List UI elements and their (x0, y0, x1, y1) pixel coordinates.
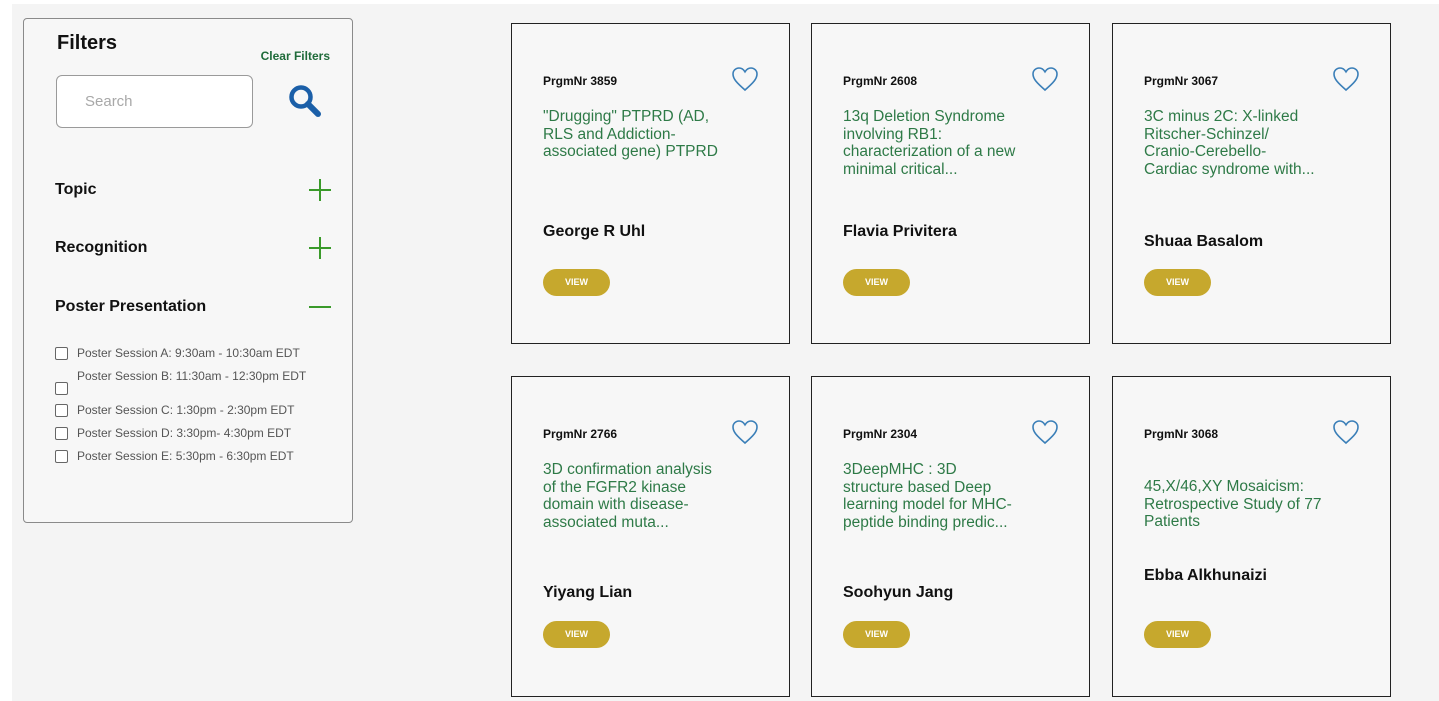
checkbox[interactable] (55, 427, 68, 440)
program-number: PrgmNr 3068 (1144, 427, 1219, 441)
view-button[interactable]: VIEW (543, 621, 610, 648)
poster-title-link[interactable]: "Drugging" PTPRD (AD, RLS and Addiction-… (543, 108, 733, 161)
program-number: PrgmNr 3067 (1144, 74, 1219, 88)
poster-session-label: Poster Session B: 11:30am - 12:30pm EDT (77, 369, 307, 383)
checkbox[interactable] (55, 382, 68, 395)
poster-author: Ebba Alkhunaizi (1144, 567, 1267, 584)
filters-panel: Filters Clear Filters Topic Recognition … (23, 18, 353, 523)
program-number: PrgmNr 3859 (543, 74, 618, 88)
poster-author: Shuaa Basalom (1144, 233, 1264, 250)
search-button[interactable] (287, 83, 323, 119)
heart-icon[interactable] (1332, 66, 1360, 92)
heart-icon[interactable] (1031, 419, 1059, 445)
poster-session-label: Poster Session C: 1:30pm - 2:30pm EDT (77, 403, 295, 417)
checkbox[interactable] (55, 404, 68, 417)
poster-title-link[interactable]: 3C minus 2C: X-linked Ritscher-Schinzel/… (1144, 108, 1319, 178)
poster-author: Flavia Privitera (843, 223, 957, 240)
heart-icon[interactable] (1332, 419, 1360, 445)
poster-card: PrgmNr 3859 "Drugging" PTPRD (AD, RLS an… (511, 23, 790, 344)
program-number: PrgmNr 2304 (843, 427, 918, 441)
poster-session-label: Poster Session A: 9:30am - 10:30am EDT (77, 346, 300, 360)
poster-session-option[interactable]: Poster Session D: 3:30pm- 4:30pm EDT (55, 425, 345, 441)
view-button[interactable]: VIEW (1144, 269, 1211, 296)
poster-title-link[interactable]: 3DeepMHC : 3D structure based Deep learn… (843, 461, 1018, 531)
view-button[interactable]: VIEW (843, 269, 910, 296)
checkbox[interactable] (55, 347, 68, 360)
heart-icon[interactable] (731, 66, 759, 92)
poster-author: Soohyun Jang (843, 584, 954, 601)
heart-icon[interactable] (731, 419, 759, 445)
search-input[interactable] (56, 75, 253, 128)
poster-title-link[interactable]: 3D confirmation analysis of the FGFR2 ki… (543, 461, 728, 531)
view-button[interactable]: VIEW (543, 269, 610, 296)
facet-poster-presentation[interactable]: Poster Presentation (55, 292, 333, 322)
poster-title-link[interactable]: 45,X/46,XY Mosaicism: Retrospective Stud… (1144, 478, 1324, 531)
poster-session-options: Poster Session A: 9:30am - 10:30am EDT P… (55, 345, 345, 471)
clear-filters-link[interactable]: Clear Filters (261, 49, 330, 63)
poster-session-label: Poster Session E: 5:30pm - 6:30pm EDT (77, 449, 294, 463)
poster-session-option[interactable]: Poster Session A: 9:30am - 10:30am EDT (55, 345, 345, 361)
poster-card: PrgmNr 3068 45,X/46,XY Mosaicism: Retros… (1112, 376, 1391, 697)
minus-icon[interactable] (307, 294, 333, 320)
facet-recognition[interactable]: Recognition (55, 233, 333, 263)
poster-card: PrgmNr 2608 13q Deletion Syndrome involv… (811, 23, 1090, 344)
poster-card: PrgmNr 3067 3C minus 2C: X-linked Ritsch… (1112, 23, 1391, 344)
heart-icon[interactable] (1031, 66, 1059, 92)
facet-poster-presentation-label: Poster Presentation (55, 298, 207, 315)
view-button[interactable]: VIEW (1144, 621, 1211, 648)
facet-recognition-label: Recognition (55, 239, 148, 256)
poster-card: PrgmNr 2766 3D confirmation analysis of … (511, 376, 790, 697)
program-number: PrgmNr 2608 (843, 74, 918, 88)
poster-card: PrgmNr 2304 3DeepMHC : 3D structure base… (811, 376, 1090, 697)
plus-icon[interactable] (307, 177, 333, 203)
poster-title-link[interactable]: 13q Deletion Syndrome involving RB1: cha… (843, 108, 1033, 178)
poster-author: George R Uhl (543, 223, 646, 240)
search-icon (289, 85, 321, 117)
plus-icon[interactable] (307, 235, 333, 261)
poster-session-label: Poster Session D: 3:30pm- 4:30pm EDT (77, 426, 292, 440)
facet-topic[interactable]: Topic (55, 175, 333, 205)
facet-topic-label: Topic (55, 181, 97, 198)
poster-session-option[interactable]: Poster Session E: 5:30pm - 6:30pm EDT (55, 448, 345, 464)
poster-author: Yiyang Lian (543, 584, 633, 601)
program-number: PrgmNr 2766 (543, 427, 618, 441)
filters-title: Filters (57, 32, 118, 54)
poster-session-option[interactable]: Poster Session B: 11:30am - 12:30pm EDT (55, 368, 345, 395)
view-button[interactable]: VIEW (843, 621, 910, 648)
poster-session-option[interactable]: Poster Session C: 1:30pm - 2:30pm EDT (55, 402, 345, 418)
checkbox[interactable] (55, 450, 68, 463)
